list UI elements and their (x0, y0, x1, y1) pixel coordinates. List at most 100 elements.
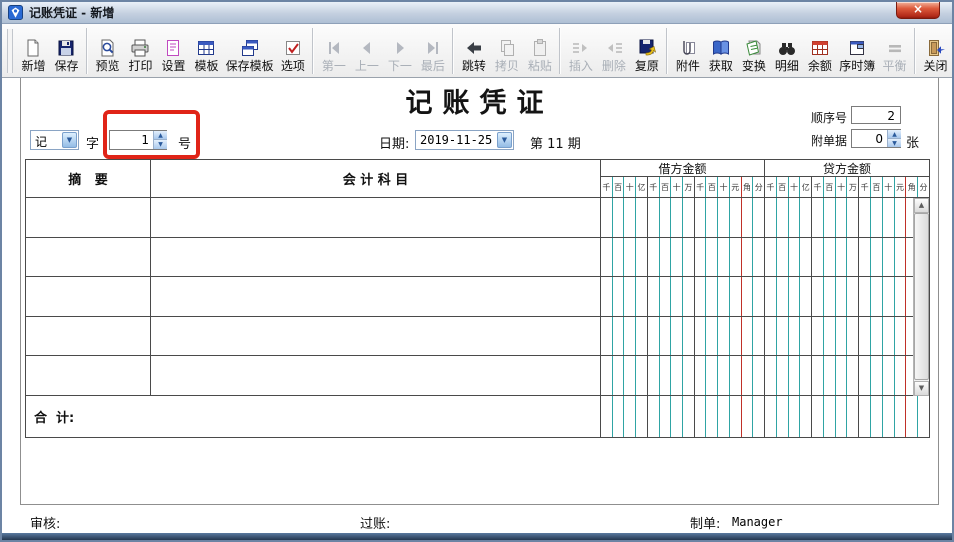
amount-cell[interactable] (683, 356, 695, 395)
balance-button[interactable]: 余额 (804, 27, 835, 75)
amount-cell[interactable] (683, 396, 695, 437)
summary-cell[interactable] (26, 356, 151, 395)
amount-cell[interactable] (636, 237, 648, 277)
subject-cell[interactable] (151, 277, 601, 316)
next-button[interactable]: 下一 (384, 27, 415, 75)
amount-cell[interactable] (847, 237, 860, 277)
amount-cell[interactable] (660, 237, 672, 277)
preview-button[interactable]: 预览 (92, 27, 123, 75)
amount-cell[interactable] (789, 396, 801, 437)
subject-cell[interactable] (151, 237, 601, 277)
amount-cell[interactable] (812, 316, 824, 356)
amount-cell[interactable] (624, 396, 637, 437)
setup-button[interactable]: 设置 (158, 27, 189, 75)
summary-cell[interactable] (26, 237, 151, 277)
amount-cell[interactable] (847, 356, 860, 395)
amount-cell[interactable] (648, 396, 660, 437)
amount-cell[interactable] (624, 316, 637, 356)
insert-button[interactable]: 插入 (565, 27, 596, 75)
amount-cell[interactable] (800, 316, 813, 356)
amount-cell[interactable] (895, 277, 907, 316)
amount-cell[interactable] (753, 317, 764, 356)
amount-cell[interactable] (718, 316, 730, 356)
amount-cell[interactable] (753, 396, 764, 437)
amount-cell[interactable] (730, 356, 742, 395)
amount-cell[interactable] (730, 396, 742, 437)
spin-down-icon[interactable]: ▼ (154, 140, 167, 149)
amount-cell[interactable] (777, 277, 789, 316)
summary-cell[interactable] (26, 198, 151, 237)
amount-cell[interactable] (660, 356, 672, 395)
amount-cell[interactable] (765, 356, 777, 395)
attach-input[interactable]: 0 ▲ ▼ (851, 129, 901, 148)
amount-cell[interactable] (800, 198, 813, 237)
amount-cell[interactable] (636, 356, 648, 395)
amount-cell[interactable] (683, 277, 695, 316)
date-picker[interactable]: 2019-11-25 ▼ (415, 130, 514, 150)
amount-cell[interactable] (836, 237, 848, 277)
amount-cell[interactable] (718, 277, 730, 316)
paste-button[interactable]: 粘贴 (524, 27, 555, 75)
amount-cell[interactable] (824, 396, 836, 437)
amount-cell[interactable] (660, 316, 672, 356)
toolbar-grip[interactable] (7, 28, 13, 73)
amount-cell[interactable] (895, 316, 907, 356)
amount-cell[interactable] (601, 396, 613, 437)
amount-cell[interactable] (671, 396, 684, 437)
amount-cell[interactable] (789, 356, 801, 395)
amount-cell[interactable] (800, 277, 813, 316)
amount-cell[interactable] (824, 316, 836, 356)
amount-cell[interactable] (648, 316, 660, 356)
amount-cell[interactable] (883, 277, 895, 316)
restore-button[interactable]: 复原 (631, 27, 662, 75)
print-button[interactable]: 打印 (125, 27, 156, 75)
amount-cell[interactable] (859, 356, 872, 395)
amount-cell[interactable] (824, 198, 836, 237)
amount-cell[interactable] (636, 396, 648, 437)
vertical-scrollbar[interactable]: ▲ ▼ (913, 198, 929, 396)
amount-cell[interactable] (742, 237, 754, 277)
voucher-no-input[interactable]: 1 ▲ ▼ (109, 130, 167, 150)
scrollbar-thumb[interactable] (914, 213, 929, 380)
amount-cell[interactable] (706, 396, 719, 437)
spin-down-icon[interactable]: ▼ (888, 138, 901, 147)
amount-cell[interactable] (800, 356, 813, 395)
amount-cell[interactable] (777, 356, 789, 395)
spin-up-icon[interactable]: ▲ (888, 130, 901, 139)
amount-cell[interactable] (836, 198, 848, 237)
scroll-down-icon[interactable]: ▼ (914, 381, 929, 396)
amount-cell[interactable] (648, 237, 660, 277)
amount-cell[interactable] (765, 237, 777, 277)
amount-cell[interactable] (695, 277, 707, 316)
amount-cell[interactable] (824, 277, 836, 316)
summary-cell[interactable] (26, 277, 151, 316)
amount-cell[interactable] (812, 198, 824, 237)
save-template-button[interactable]: 保存模板 (224, 27, 275, 75)
amount-cell[interactable] (847, 316, 860, 356)
amount-cell[interactable] (753, 277, 764, 316)
amount-cell[interactable] (648, 356, 660, 395)
amount-cell[interactable] (706, 356, 719, 395)
chevron-down-icon[interactable]: ▼ (497, 132, 512, 148)
amount-cell[interactable] (706, 277, 719, 316)
amount-cell[interactable] (812, 237, 824, 277)
amount-cell[interactable] (718, 356, 730, 395)
subject-cell[interactable] (151, 316, 601, 356)
amount-cell[interactable] (812, 356, 824, 395)
amount-cell[interactable] (859, 237, 872, 277)
spin-up-icon[interactable]: ▲ (154, 131, 167, 140)
amount-cell[interactable] (871, 316, 883, 356)
amount-cell[interactable] (730, 237, 742, 277)
amount-cell[interactable] (895, 356, 907, 395)
amount-cell[interactable] (871, 237, 883, 277)
amount-cell[interactable] (613, 237, 625, 277)
amount-cell[interactable] (613, 277, 625, 316)
amount-cell[interactable] (671, 277, 684, 316)
jump-button[interactable]: 跳转 (458, 27, 489, 75)
amount-cell[interactable] (871, 396, 883, 437)
copy-button[interactable]: 拷贝 (491, 27, 522, 75)
amount-cell[interactable] (883, 237, 895, 277)
delete-button[interactable]: 删除 (598, 27, 629, 75)
amount-cell[interactable] (671, 237, 684, 277)
amount-cell[interactable] (824, 237, 836, 277)
